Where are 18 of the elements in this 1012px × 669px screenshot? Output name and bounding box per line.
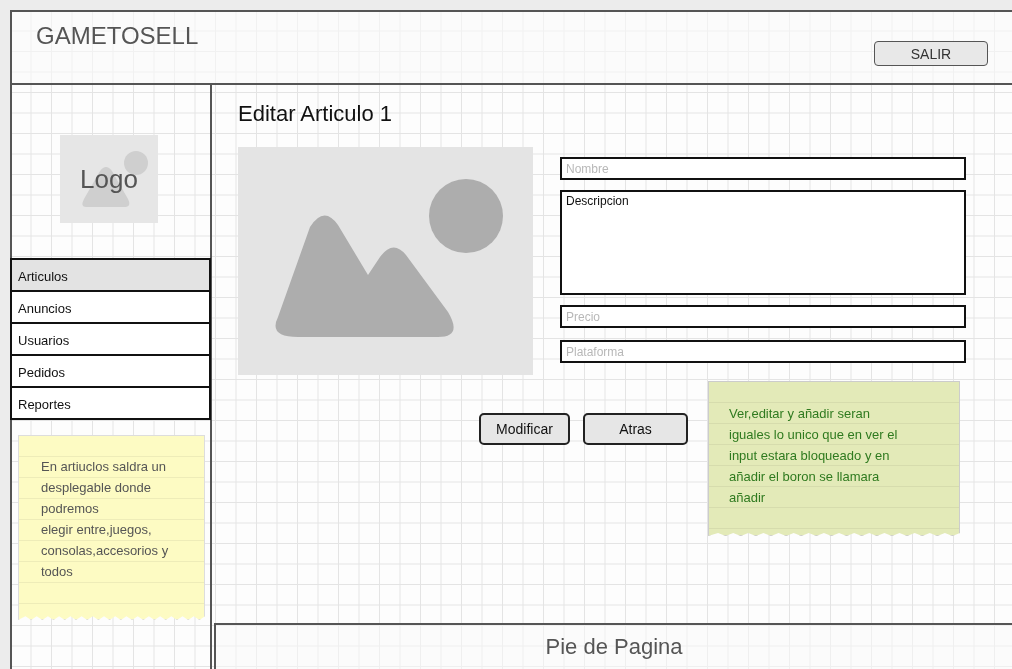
action-button[interactable]: Modificar: [479, 413, 570, 445]
menu-item[interactable]: Anuncios: [10, 290, 211, 324]
brand-title: GAMETOSELL: [36, 22, 199, 50]
description-field[interactable]: Descripcion: [560, 190, 966, 295]
logout-button[interactable]: SALIR: [874, 41, 988, 66]
menu-item[interactable]: Pedidos: [10, 354, 211, 388]
menu-item[interactable]: Usuarios: [10, 322, 211, 356]
menu-item[interactable]: Reportes: [10, 386, 211, 420]
logo-text: Logo: [80, 163, 138, 195]
page-title: Editar Articulo 1: [238, 101, 394, 127]
sticky-note: En artiuclos saldra un desplegable donde podremos elegir entre,juegos, consolas,accesorios y todos: [18, 435, 205, 620]
menu-item[interactable]: Articulos: [10, 258, 211, 292]
sticky-note: Ver,editar y añadir seran iguales lo unico que en ver el input estara bloqueado y en añadir el boron se llamara añadir: [708, 381, 960, 536]
footer-text: Pie de Pagina: [545, 634, 683, 660]
input-field[interactable]: Plataforma: [560, 340, 966, 363]
input-field[interactable]: Nombre: [560, 157, 966, 180]
action-button[interactable]: Atras: [583, 413, 688, 445]
input-field[interactable]: Precio: [560, 305, 966, 328]
